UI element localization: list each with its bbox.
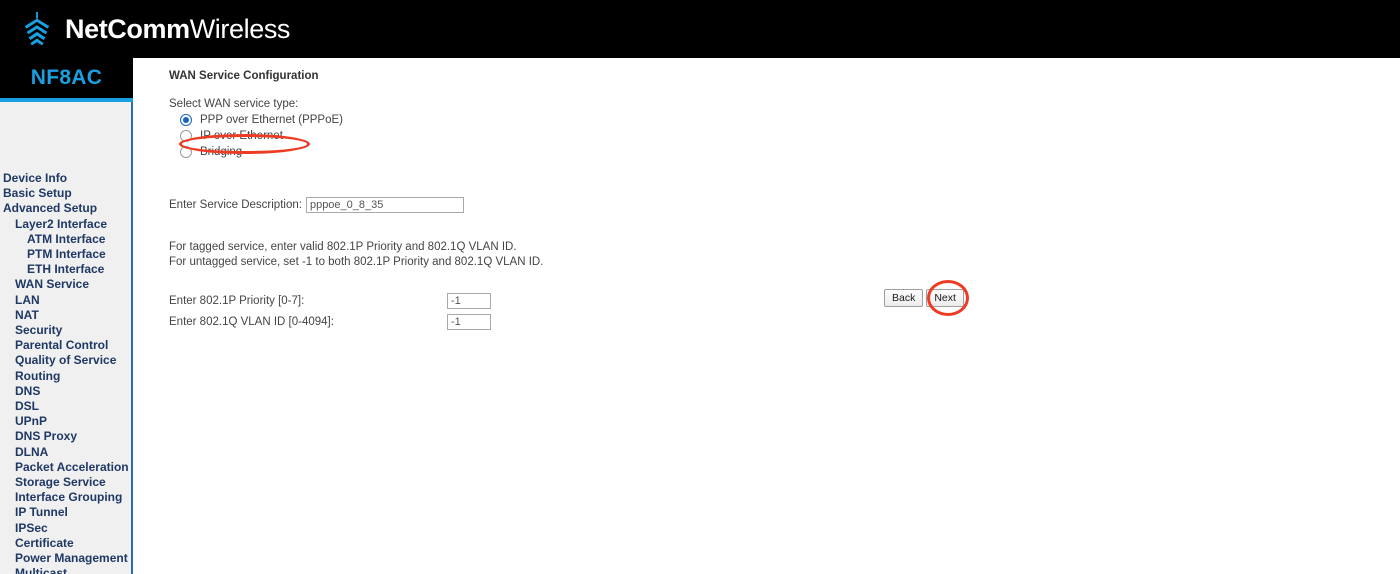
wan-service-type-radio-group[interactable]: PPP over Ethernet (PPPoE) IP over Etherne…: [169, 112, 1269, 160]
sidebar-item-nat[interactable]: NAT: [0, 308, 131, 323]
sidebar-item-layer2-interface[interactable]: Layer2 Interface: [0, 217, 131, 232]
note-line-2: For untagged service, set -1 to both 802…: [169, 255, 544, 268]
sidebar-item-parental-control[interactable]: Parental Control: [0, 338, 131, 353]
wifi-signal-fan-icon: [24, 12, 50, 46]
sidebar-item-quality-of-service[interactable]: Quality of Service: [0, 353, 131, 368]
sidebar-item-eth-interface[interactable]: ETH Interface: [0, 262, 131, 277]
sidebar-item-certificate[interactable]: Certificate: [0, 536, 131, 551]
service-description-label: Enter Service Description:: [169, 199, 302, 211]
radio-option-label: Bridging: [200, 146, 243, 158]
sidebar-nav-list: Device Info Basic Setup Advanced Setup Laye…: [0, 160, 131, 574]
sidebar-item-ipsec[interactable]: IPSec: [0, 521, 131, 536]
sidebar-item-storage-service[interactable]: Storage Service: [0, 475, 131, 490]
vlan-priority-input[interactable]: [447, 293, 491, 309]
sidebar-item-wan-service[interactable]: WAN Service: [0, 277, 131, 292]
content-panel: WAN Service Configuration Select WAN ser…: [133, 52, 1400, 574]
brand-text: NetCommWireless: [65, 13, 291, 44]
radio-button-icon[interactable]: [180, 130, 192, 142]
sidebar-item-advanced-setup[interactable]: Advanced Setup: [0, 201, 131, 216]
sidebar-item-atm-interface[interactable]: ATM Interface: [0, 232, 131, 247]
vlan-field-label: Enter 802.1P Priority [0-7]:: [169, 295, 305, 307]
sidebar-item-dlna[interactable]: DLNA: [0, 445, 131, 460]
sidebar-item-lan[interactable]: LAN: [0, 293, 131, 308]
sidebar-item-packet-acceleration[interactable]: Packet Acceleration: [0, 460, 131, 475]
sidebar-item-multicast[interactable]: Multicast: [0, 566, 131, 574]
tagged-service-note: For tagged service, enter valid 802.1P P…: [169, 240, 1269, 269]
brand-name-light: Wireless: [189, 13, 291, 44]
sidebar-item-power-management[interactable]: Power Management: [0, 551, 131, 566]
sidebar-item-interface-grouping[interactable]: Interface Grouping: [0, 490, 131, 505]
next-button[interactable]: Next: [926, 289, 964, 307]
radio-option-row[interactable]: Bridging: [169, 144, 1269, 160]
sidebar-item-device-info[interactable]: Device Info: [0, 171, 131, 186]
sidebar-accent-bar: [0, 98, 133, 102]
sidebar-item-upnp[interactable]: UPnP: [0, 414, 131, 429]
sidebar-item-basic-setup[interactable]: Basic Setup: [0, 186, 131, 201]
sidebar-item-dns[interactable]: DNS: [0, 384, 131, 399]
back-button[interactable]: Back: [884, 288, 924, 307]
wizard-button-row: Back Next: [884, 280, 970, 316]
sidebar-item-dsl[interactable]: DSL: [0, 399, 131, 414]
service-description-input[interactable]: [305, 197, 464, 213]
sidebar-item-ptm-interface[interactable]: PTM Interface: [0, 247, 131, 262]
sidebar: Device Info Basic Setup Advanced Setup Laye…: [0, 58, 133, 574]
next-button-wrapper: Next: [926, 280, 970, 316]
brand-logo: NetCommWireless: [18, 6, 290, 52]
sidebar-item-routing[interactable]: Routing: [0, 369, 131, 384]
service-description-row: Enter Service Description:: [169, 197, 1269, 213]
router-admin-page: NetCommWireless Device Info Basic Setup Ad…: [0, 0, 1400, 574]
radio-option-row[interactable]: PPP over Ethernet (PPPoE): [169, 112, 1269, 128]
radio-button-icon[interactable]: [180, 114, 192, 126]
radio-option-label: IP over Ethernet: [200, 130, 283, 142]
page-title: WAN Service Configuration: [169, 70, 319, 82]
radio-button-icon[interactable]: [180, 146, 192, 158]
sidebar-model-badge: NF8AC: [0, 58, 133, 98]
sidebar-item-security[interactable]: Security: [0, 323, 131, 338]
vlan-field-row: Enter 802.1P Priority [0-7]:: [169, 292, 1269, 310]
note-line-1: For tagged service, enter valid 802.1P P…: [169, 241, 517, 253]
sidebar-item-ip-tunnel[interactable]: IP Tunnel: [0, 505, 131, 520]
service-type-label: Select WAN service type:: [169, 98, 299, 110]
sidebar-item-dns-proxy[interactable]: DNS Proxy: [0, 429, 131, 444]
brand-name-bold: NetComm: [65, 13, 190, 44]
vlan-fields-block: Enter 802.1P Priority [0-7]: Enter 802.1Q…: [169, 292, 1269, 331]
content-inner: WAN Service Configuration Select WAN ser…: [169, 70, 1269, 334]
radio-option-row[interactable]: IP over Ethernet: [169, 128, 1269, 144]
vlan-field-label: Enter 802.1Q VLAN ID [0-4094]:: [169, 316, 334, 328]
radio-option-label: PPP over Ethernet (PPPoE): [200, 114, 343, 126]
vlan-field-row: Enter 802.1Q VLAN ID [0-4094]:: [169, 313, 1269, 331]
vlan-id-input[interactable]: [447, 314, 491, 330]
top-header-bar: NetCommWireless: [0, 0, 1400, 58]
